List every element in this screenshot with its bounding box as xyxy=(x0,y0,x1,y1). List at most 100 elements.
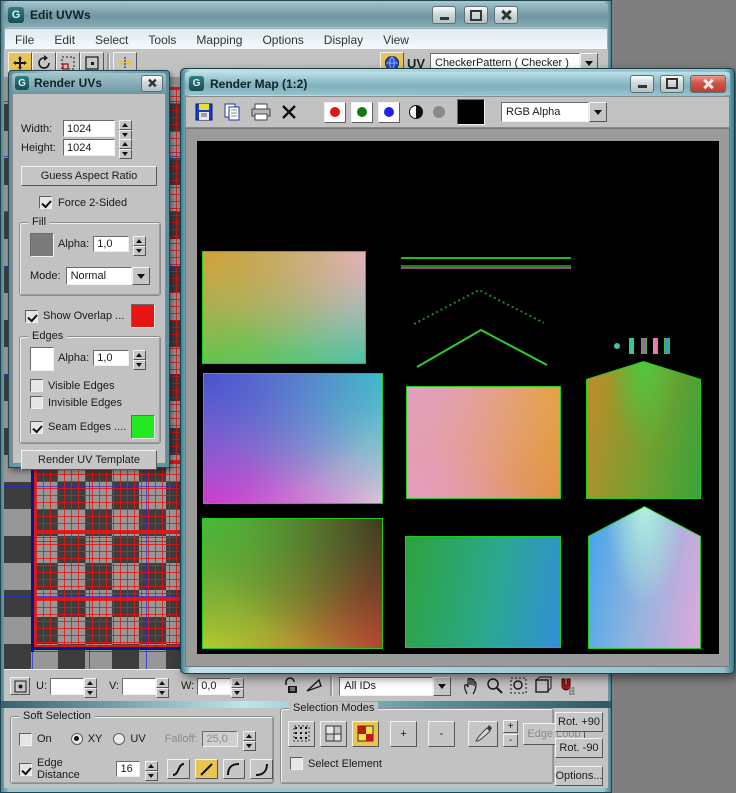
menu-display[interactable]: Display xyxy=(314,33,373,47)
alpha-channel-button[interactable] xyxy=(433,106,445,118)
background-color-swatch[interactable] xyxy=(457,99,485,125)
filter-faces-icon[interactable] xyxy=(304,677,324,695)
edge-distance-checkbox[interactable] xyxy=(19,763,32,776)
falloff-spinner[interactable] xyxy=(243,731,256,747)
vertex-mode-button[interactable] xyxy=(288,721,315,747)
edge-color-swatch[interactable] xyxy=(30,347,54,371)
render-map-close-button[interactable] xyxy=(690,75,726,93)
guess-aspect-ratio-button[interactable]: Guess Aspect Ratio xyxy=(21,166,157,186)
seam-edges-checkbox[interactable] xyxy=(30,421,43,434)
menu-view[interactable]: View xyxy=(373,33,419,47)
menu-mapping[interactable]: Mapping xyxy=(186,33,252,47)
u-input[interactable] xyxy=(50,678,84,695)
w-value: 0,0 xyxy=(201,680,216,692)
falloff-label: Falloff: xyxy=(165,733,198,745)
height-input[interactable]: 1024 xyxy=(63,139,115,156)
uv-radio[interactable] xyxy=(113,733,125,745)
edge-distance-input[interactable]: 16 xyxy=(116,761,140,777)
force-two-sided-checkbox[interactable] xyxy=(39,196,52,209)
w-input[interactable]: 0,0 xyxy=(197,678,231,695)
render-uv-template-button[interactable]: Render UV Template xyxy=(21,450,157,470)
render-uvs-close-button[interactable] xyxy=(141,75,163,92)
v-spinner[interactable] xyxy=(156,678,169,695)
height-spinner[interactable] xyxy=(119,139,132,156)
render-uvs-titlebar[interactable]: G Render UVs xyxy=(12,73,166,93)
falloff-slow-button[interactable] xyxy=(250,759,273,779)
copy-icon[interactable] xyxy=(222,102,242,122)
fill-alpha-input[interactable]: 1,0 xyxy=(93,236,129,252)
render-map-canvas[interactable] xyxy=(197,141,719,654)
edge-distance-spinner[interactable] xyxy=(145,761,158,777)
rotate-plus90-button[interactable]: Rot. +90 xyxy=(555,712,603,732)
rendered-pentagon xyxy=(586,361,701,499)
invisible-edges-checkbox[interactable] xyxy=(30,396,43,409)
id-filter-dropdown[interactable]: All IDs xyxy=(339,677,451,696)
zoom-icon[interactable] xyxy=(485,676,505,696)
zoom-region-icon[interactable] xyxy=(509,676,529,696)
save-icon[interactable] xyxy=(194,102,214,122)
channel-dropdown[interactable]: RGB Alpha xyxy=(501,102,607,122)
select-element-checkbox[interactable] xyxy=(290,757,303,770)
falloff-fast-button[interactable] xyxy=(223,759,246,779)
delete-icon[interactable] xyxy=(280,103,298,121)
green-channel-icon xyxy=(357,107,367,117)
rotate-minus90-button[interactable]: Rot. -90 xyxy=(555,738,603,758)
pan-icon[interactable] xyxy=(461,676,481,696)
blue-channel-button[interactable] xyxy=(378,102,400,123)
face-mode-button[interactable] xyxy=(352,721,379,747)
grow-selection-button[interactable]: + xyxy=(390,721,417,747)
close-icon xyxy=(148,79,156,87)
dropdown-arrow-icon[interactable] xyxy=(132,267,150,285)
v-input[interactable] xyxy=(122,678,156,695)
fill-alpha-spinner[interactable] xyxy=(133,236,146,252)
maximize-button[interactable] xyxy=(464,6,488,24)
falloff-smooth-button[interactable] xyxy=(167,759,190,779)
minimize-button[interactable] xyxy=(432,6,456,24)
visible-edges-checkbox[interactable] xyxy=(30,379,43,392)
soft-selection-on-checkbox[interactable] xyxy=(19,733,32,746)
width-input[interactable]: 1024 xyxy=(63,120,115,137)
falloff-linear-button[interactable] xyxy=(195,759,218,779)
xy-radio[interactable] xyxy=(71,733,83,745)
menu-file[interactable]: File xyxy=(5,33,44,47)
zoom-extents-icon[interactable] xyxy=(533,676,553,696)
menu-select[interactable]: Select xyxy=(85,33,138,47)
paint-shrink-button[interactable]: - xyxy=(503,734,518,747)
lock-selection-icon[interactable] xyxy=(282,677,298,695)
dropdown-arrow-icon[interactable] xyxy=(589,102,607,122)
overlap-color-swatch[interactable] xyxy=(131,304,155,328)
fill-mode-dropdown[interactable]: Normal xyxy=(66,267,150,285)
falloff-input[interactable]: 25,0 xyxy=(202,731,238,747)
rendered-quad xyxy=(406,386,561,499)
menu-edit[interactable]: Edit xyxy=(44,33,85,47)
green-channel-button[interactable] xyxy=(351,102,373,123)
render-map-minimize-button[interactable] xyxy=(630,75,654,93)
absolute-mode-button[interactable] xyxy=(10,677,30,695)
shrink-selection-button[interactable]: - xyxy=(428,721,455,747)
rendered-quad xyxy=(203,373,383,504)
minimize-icon xyxy=(638,85,647,88)
print-icon[interactable] xyxy=(250,102,272,122)
red-channel-button[interactable] xyxy=(324,102,346,123)
edges-alpha-input[interactable]: 1,0 xyxy=(93,350,129,366)
menu-tools[interactable]: Tools xyxy=(138,33,186,47)
close-button[interactable] xyxy=(494,6,518,24)
mono-channel-button[interactable] xyxy=(409,105,423,119)
menu-options[interactable]: Options xyxy=(252,33,313,47)
edge-mode-button[interactable] xyxy=(320,721,347,747)
render-map-maximize-button[interactable] xyxy=(660,75,684,93)
paint-grow-button[interactable]: + xyxy=(503,720,518,733)
width-spinner[interactable] xyxy=(119,120,132,137)
w-spinner[interactable] xyxy=(231,678,244,695)
options-button[interactable]: Options... xyxy=(555,766,603,786)
render-map-titlebar[interactable]: G Render Map (1:2) xyxy=(185,72,730,95)
edit-uvws-titlebar[interactable]: G Edit UVWs xyxy=(4,3,608,27)
show-overlap-checkbox[interactable] xyxy=(25,310,38,323)
edges-alpha-spinner[interactable] xyxy=(133,350,146,366)
snap-toggle-icon[interactable] xyxy=(557,676,577,696)
seam-color-swatch[interactable] xyxy=(131,415,155,439)
dropdown-arrow-icon[interactable] xyxy=(433,677,451,696)
u-spinner[interactable] xyxy=(84,678,97,695)
fill-color-swatch[interactable] xyxy=(30,233,54,257)
paint-select-button[interactable] xyxy=(468,721,498,747)
